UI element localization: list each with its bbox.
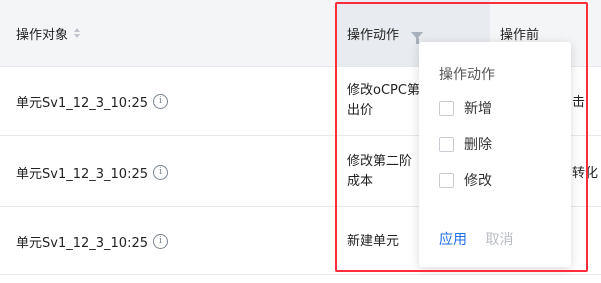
filter-popup-title: 操作动作 xyxy=(439,67,495,83)
object-name: 单元Sv1_12_3_10:25 xyxy=(16,235,148,251)
object-cell: 单元Sv1_12_3_10:25 i xyxy=(16,67,168,135)
action-cell: 修改oCPC第 出价 xyxy=(347,81,419,121)
action-text: 修改第二阶 xyxy=(347,154,413,169)
column-header-object-label: 操作对象 xyxy=(16,27,69,43)
checkbox[interactable] xyxy=(439,100,454,116)
checkbox[interactable] xyxy=(439,136,454,152)
action-text-line2: 出价 xyxy=(347,103,374,118)
info-icon[interactable]: i xyxy=(153,233,168,249)
filter-option-label: 删除 xyxy=(464,137,492,153)
checkbox[interactable] xyxy=(439,172,454,188)
column-header-action-label: 操作动作 xyxy=(347,27,400,43)
column-header-before-label: 操作前 xyxy=(500,27,540,43)
filter-option-modify[interactable]: 修改 xyxy=(439,170,492,190)
filter-popup-actions: 应用 取消 xyxy=(439,229,513,249)
filter-option-label: 新增 xyxy=(464,101,492,117)
action-cell: 新建单元 xyxy=(347,232,419,252)
info-icon[interactable]: i xyxy=(153,93,168,109)
column-header-object[interactable]: 操作对象 xyxy=(16,0,81,66)
cancel-button[interactable]: 取消 xyxy=(485,232,513,248)
filter-popup: 操作动作 新增 删除 修改 应用 取消 xyxy=(419,42,571,267)
action-text-line2: 成本 xyxy=(347,174,374,189)
object-name: 单元Sv1_12_3_10:25 xyxy=(16,95,148,111)
filter-option-label: 修改 xyxy=(464,173,492,189)
before-cell: 击 xyxy=(572,95,586,110)
action-cell: 修改第二阶 成本 xyxy=(347,152,419,192)
apply-button[interactable]: 应用 xyxy=(439,232,467,248)
filter-option-add[interactable]: 新增 xyxy=(439,98,492,118)
before-cell: 转化 xyxy=(572,166,599,181)
object-cell: 单元Sv1_12_3_10:25 i xyxy=(16,138,168,206)
column-header-action[interactable]: 操作动作 xyxy=(347,0,424,66)
filter-option-delete[interactable]: 删除 xyxy=(439,134,492,154)
action-text: 修改oCPC第 xyxy=(347,83,419,98)
info-icon[interactable]: i xyxy=(153,164,168,180)
object-cell: 单元Sv1_12_3_10:25 i xyxy=(16,208,168,274)
sort-icon[interactable] xyxy=(74,28,81,38)
action-text: 新建单元 xyxy=(347,234,400,249)
filter-icon[interactable] xyxy=(411,31,424,44)
object-name: 单元Sv1_12_3_10:25 xyxy=(16,166,148,182)
